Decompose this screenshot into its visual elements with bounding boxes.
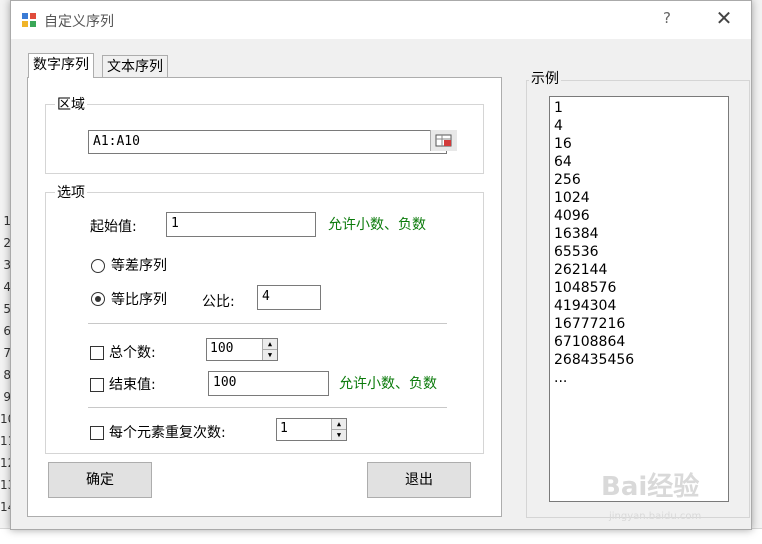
example-line: 1024 — [554, 190, 590, 206]
tab-text-sequence[interactable]: 文本序列 — [102, 55, 168, 78]
end-value-label: 结束值: — [109, 377, 156, 393]
custom-sequence-dialog: 自定义序列 ? ✕ 数字序列 文本序列 区域 A1:A10 选项 起始值: 1 … — [10, 0, 752, 530]
total-count-value: 100 — [210, 341, 234, 356]
total-count-checkbox[interactable] — [90, 346, 104, 360]
range-input[interactable]: A1:A10 — [88, 130, 447, 154]
help-button[interactable]: ? — [657, 9, 677, 29]
arithmetic-radio[interactable] — [91, 259, 105, 273]
ratio-input[interactable]: 4 — [257, 285, 321, 310]
close-button[interactable]: ✕ — [712, 7, 736, 31]
repeat-value: 1 — [280, 421, 288, 436]
ok-button[interactable]: 确定 — [48, 462, 152, 498]
tab-number-sequence[interactable]: 数字序列 — [28, 53, 94, 78]
end-value-input[interactable]: 100 — [208, 371, 329, 396]
start-value-hint: 允许小数、负数 — [328, 217, 426, 233]
watermark-logo: Bai经验 — [601, 472, 700, 502]
total-count-spin-buttons: ▲ ▼ — [262, 339, 277, 360]
example-line: 4194304 — [554, 298, 617, 314]
example-line: 256 — [554, 172, 581, 188]
geometric-radio[interactable] — [91, 292, 105, 306]
region-group-label: 区域 — [55, 94, 87, 114]
example-list[interactable]: 1 4 16 64 256 1024 4096 16384 65536 262144 1048576… — [549, 96, 729, 502]
example-group-label: 示例 — [529, 68, 561, 88]
start-value-label: 起始值: — [90, 219, 137, 235]
range-picker-button[interactable] — [430, 130, 457, 151]
example-line: 1 — [554, 100, 563, 116]
repeat-checkbox[interactable] — [90, 426, 104, 440]
ratio-label: 公比: — [202, 294, 235, 310]
end-value-hint: 允许小数、负数 — [339, 376, 437, 392]
total-count-label: 总个数: — [109, 345, 156, 361]
range-select-icon — [435, 134, 452, 147]
example-line: 16 — [554, 136, 572, 152]
example-line: 16777216 — [554, 316, 626, 332]
exit-button[interactable]: 退出 — [367, 462, 471, 498]
repeat-spin-buttons: ▲ ▼ — [331, 419, 346, 440]
watermark-url: jingyan.baidu.com — [609, 511, 702, 522]
options-group-label: 选项 — [55, 182, 87, 202]
example-line: 1048576 — [554, 280, 617, 296]
total-count-stepper[interactable]: 100 ▲ ▼ — [206, 338, 278, 361]
spreadsheet-bottom-strip — [0, 528, 762, 544]
options-divider-1 — [88, 323, 447, 324]
spin-down-icon[interactable]: ▼ — [332, 429, 346, 440]
options-divider-2 — [88, 407, 447, 408]
geometric-radio-label[interactable]: 等比序列 — [111, 289, 167, 309]
spin-up-icon[interactable]: ▲ — [263, 339, 277, 350]
example-line: 268435456 — [554, 352, 635, 368]
end-value-checkbox[interactable] — [90, 378, 104, 392]
example-line: ... — [554, 370, 568, 386]
repeat-label: 每个元素重复次数: — [109, 425, 226, 441]
example-line: 67108864 — [554, 334, 626, 350]
example-line: 16384 — [554, 226, 599, 242]
window-title: 自定义序列 — [44, 14, 114, 30]
example-line: 262144 — [554, 262, 608, 278]
example-line: 64 — [554, 154, 572, 170]
app-icon — [22, 13, 36, 27]
spin-up-icon[interactable]: ▲ — [332, 419, 346, 430]
title-bar: 自定义序列 ? ✕ — [11, 1, 751, 39]
example-line: 4096 — [554, 208, 590, 224]
repeat-stepper[interactable]: 1 ▲ ▼ — [276, 418, 347, 441]
example-line: 4 — [554, 118, 563, 134]
spin-down-icon[interactable]: ▼ — [263, 349, 277, 360]
start-value-input[interactable]: 1 — [166, 212, 316, 237]
arithmetic-radio-label[interactable]: 等差序列 — [111, 255, 167, 275]
example-line: 65536 — [554, 244, 599, 260]
